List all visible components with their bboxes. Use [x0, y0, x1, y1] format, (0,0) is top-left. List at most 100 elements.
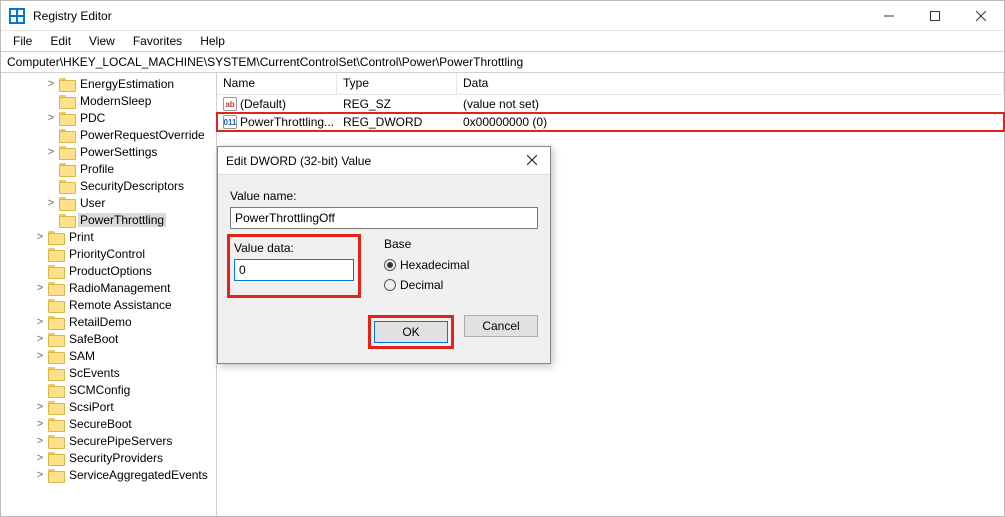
tree-expand-icon[interactable]: >: [45, 146, 57, 158]
tree-item-label: PriorityControl: [67, 247, 147, 261]
tree-expand-icon[interactable]: >: [34, 333, 46, 345]
value-name-input[interactable]: [230, 207, 538, 229]
menu-favorites[interactable]: Favorites: [125, 32, 190, 50]
tree-item-label: SafeBoot: [67, 332, 120, 346]
tree-item[interactable]: PriorityControl: [1, 245, 216, 262]
radio-icon: [384, 259, 396, 271]
minimize-button[interactable]: [866, 1, 912, 30]
tree-expand-icon[interactable]: >: [34, 231, 46, 243]
tree-item[interactable]: >SecurityProviders: [1, 449, 216, 466]
cancel-button[interactable]: Cancel: [464, 315, 538, 337]
tree-item[interactable]: >ScsiPort: [1, 398, 216, 415]
tree-item[interactable]: ScEvents: [1, 364, 216, 381]
folder-icon: [48, 265, 63, 277]
tree-item[interactable]: Profile: [1, 160, 216, 177]
tree-item[interactable]: PowerRequestOverride: [1, 126, 216, 143]
tree-item[interactable]: > SAM: [1, 347, 216, 364]
tree-expand-icon[interactable]: >: [45, 78, 57, 90]
address-text: Computer\HKEY_LOCAL_MACHINE\SYSTEM\Curre…: [7, 55, 523, 69]
tree-item-label: SecurePipeServers: [67, 434, 174, 448]
folder-icon: [59, 78, 74, 90]
close-button[interactable]: [958, 1, 1004, 30]
value-type: REG_SZ: [337, 97, 457, 111]
value-name: (Default): [240, 97, 286, 111]
tree-expand-icon[interactable]: >: [34, 435, 46, 447]
tree-item-label: RetailDemo: [67, 315, 134, 329]
tree-item[interactable]: >PDC: [1, 109, 216, 126]
tree-item[interactable]: Remote Assistance: [1, 296, 216, 313]
menu-view[interactable]: View: [81, 32, 123, 50]
tree-expand-icon[interactable]: >: [45, 197, 57, 209]
tree-item[interactable]: >ServiceAggregatedEvents: [1, 466, 216, 483]
tree-item-label: SecureBoot: [67, 417, 134, 431]
tree-item[interactable]: > SecureBoot: [1, 415, 216, 432]
folder-icon: [59, 163, 74, 175]
radio-decimal[interactable]: Decimal: [384, 275, 469, 295]
tree-item-label: SCMConfig: [67, 383, 132, 397]
tree-item[interactable]: PowerThrottling: [1, 211, 216, 228]
folder-icon: [59, 214, 74, 226]
tree-expand-icon[interactable]: >: [34, 452, 46, 464]
folder-icon: [48, 384, 63, 396]
tree-item-label: Print: [67, 230, 96, 244]
tree-item[interactable]: >PowerSettings: [1, 143, 216, 160]
tree-item[interactable]: > SafeBoot: [1, 330, 216, 347]
tree-item-label: Profile: [78, 162, 116, 176]
folder-icon: [48, 316, 63, 328]
tree-pane[interactable]: > EnergyEstimation ModernSleep>PDCPowerReq…: [1, 73, 217, 516]
menu-edit[interactable]: Edit: [42, 32, 79, 50]
tree-expand-icon[interactable]: >: [45, 112, 57, 124]
tree-item-label: SAM: [67, 349, 97, 363]
radio-hex-label: Hexadecimal: [400, 258, 469, 272]
col-header-name[interactable]: Name: [217, 73, 337, 94]
tree-item-label: ModernSleep: [78, 94, 153, 108]
tree-expand-icon[interactable]: >: [34, 418, 46, 430]
edit-dword-dialog: Edit DWORD (32-bit) Value Value name: Va…: [217, 146, 551, 364]
dialog-titlebar[interactable]: Edit DWORD (32-bit) Value: [218, 147, 550, 175]
tree-expand-icon[interactable]: >: [34, 469, 46, 481]
tree-expand-icon[interactable]: >: [34, 401, 46, 413]
tree-item[interactable]: > RetailDemo: [1, 313, 216, 330]
tree-expand-icon[interactable]: >: [34, 350, 46, 362]
tree-item[interactable]: SecurityDescriptors: [1, 177, 216, 194]
app-icon: [9, 8, 25, 24]
ok-button[interactable]: OK: [374, 321, 448, 343]
tree-item[interactable]: SCMConfig: [1, 381, 216, 398]
folder-icon: [48, 282, 63, 294]
tree-item[interactable]: ProductOptions: [1, 262, 216, 279]
value-name: PowerThrottling...: [240, 115, 334, 129]
value-type: REG_DWORD: [337, 115, 457, 129]
address-bar[interactable]: Computer\HKEY_LOCAL_MACHINE\SYSTEM\Curre…: [1, 51, 1004, 73]
col-header-type[interactable]: Type: [337, 73, 457, 94]
folder-icon: [59, 95, 74, 107]
value-data-input[interactable]: [234, 259, 354, 281]
tree-item-label: EnergyEstimation: [78, 77, 176, 91]
list-row[interactable]: 011PowerThrottling...REG_DWORD0x00000000…: [217, 113, 1004, 131]
folder-icon: [48, 299, 63, 311]
tree-item[interactable]: > SecurePipeServers: [1, 432, 216, 449]
tree-item-label: User: [78, 196, 107, 210]
dialog-close-button[interactable]: [522, 154, 542, 168]
menu-file[interactable]: File: [5, 32, 40, 50]
maximize-button[interactable]: [912, 1, 958, 30]
tree-item[interactable]: > Print: [1, 228, 216, 245]
folder-icon: [48, 333, 63, 345]
radio-icon: [384, 279, 396, 291]
list-row[interactable]: ab(Default)REG_SZ(value not set): [217, 95, 1004, 113]
folder-icon: [59, 129, 74, 141]
col-header-data[interactable]: Data: [457, 73, 1004, 94]
tree-expand-icon[interactable]: >: [34, 282, 46, 294]
menu-help[interactable]: Help: [192, 32, 233, 50]
folder-icon: [48, 469, 63, 481]
tree-item[interactable]: > User: [1, 194, 216, 211]
radio-hexadecimal[interactable]: Hexadecimal: [384, 255, 469, 275]
folder-icon: [48, 452, 63, 464]
folder-icon: [48, 231, 63, 243]
tree-item[interactable]: ModernSleep: [1, 92, 216, 109]
folder-icon: [59, 180, 74, 192]
tree-item[interactable]: > EnergyEstimation: [1, 75, 216, 92]
value-data: (value not set): [457, 97, 1004, 111]
tree-item[interactable]: >RadioManagement: [1, 279, 216, 296]
folder-icon: [48, 401, 63, 413]
tree-expand-icon[interactable]: >: [34, 316, 46, 328]
